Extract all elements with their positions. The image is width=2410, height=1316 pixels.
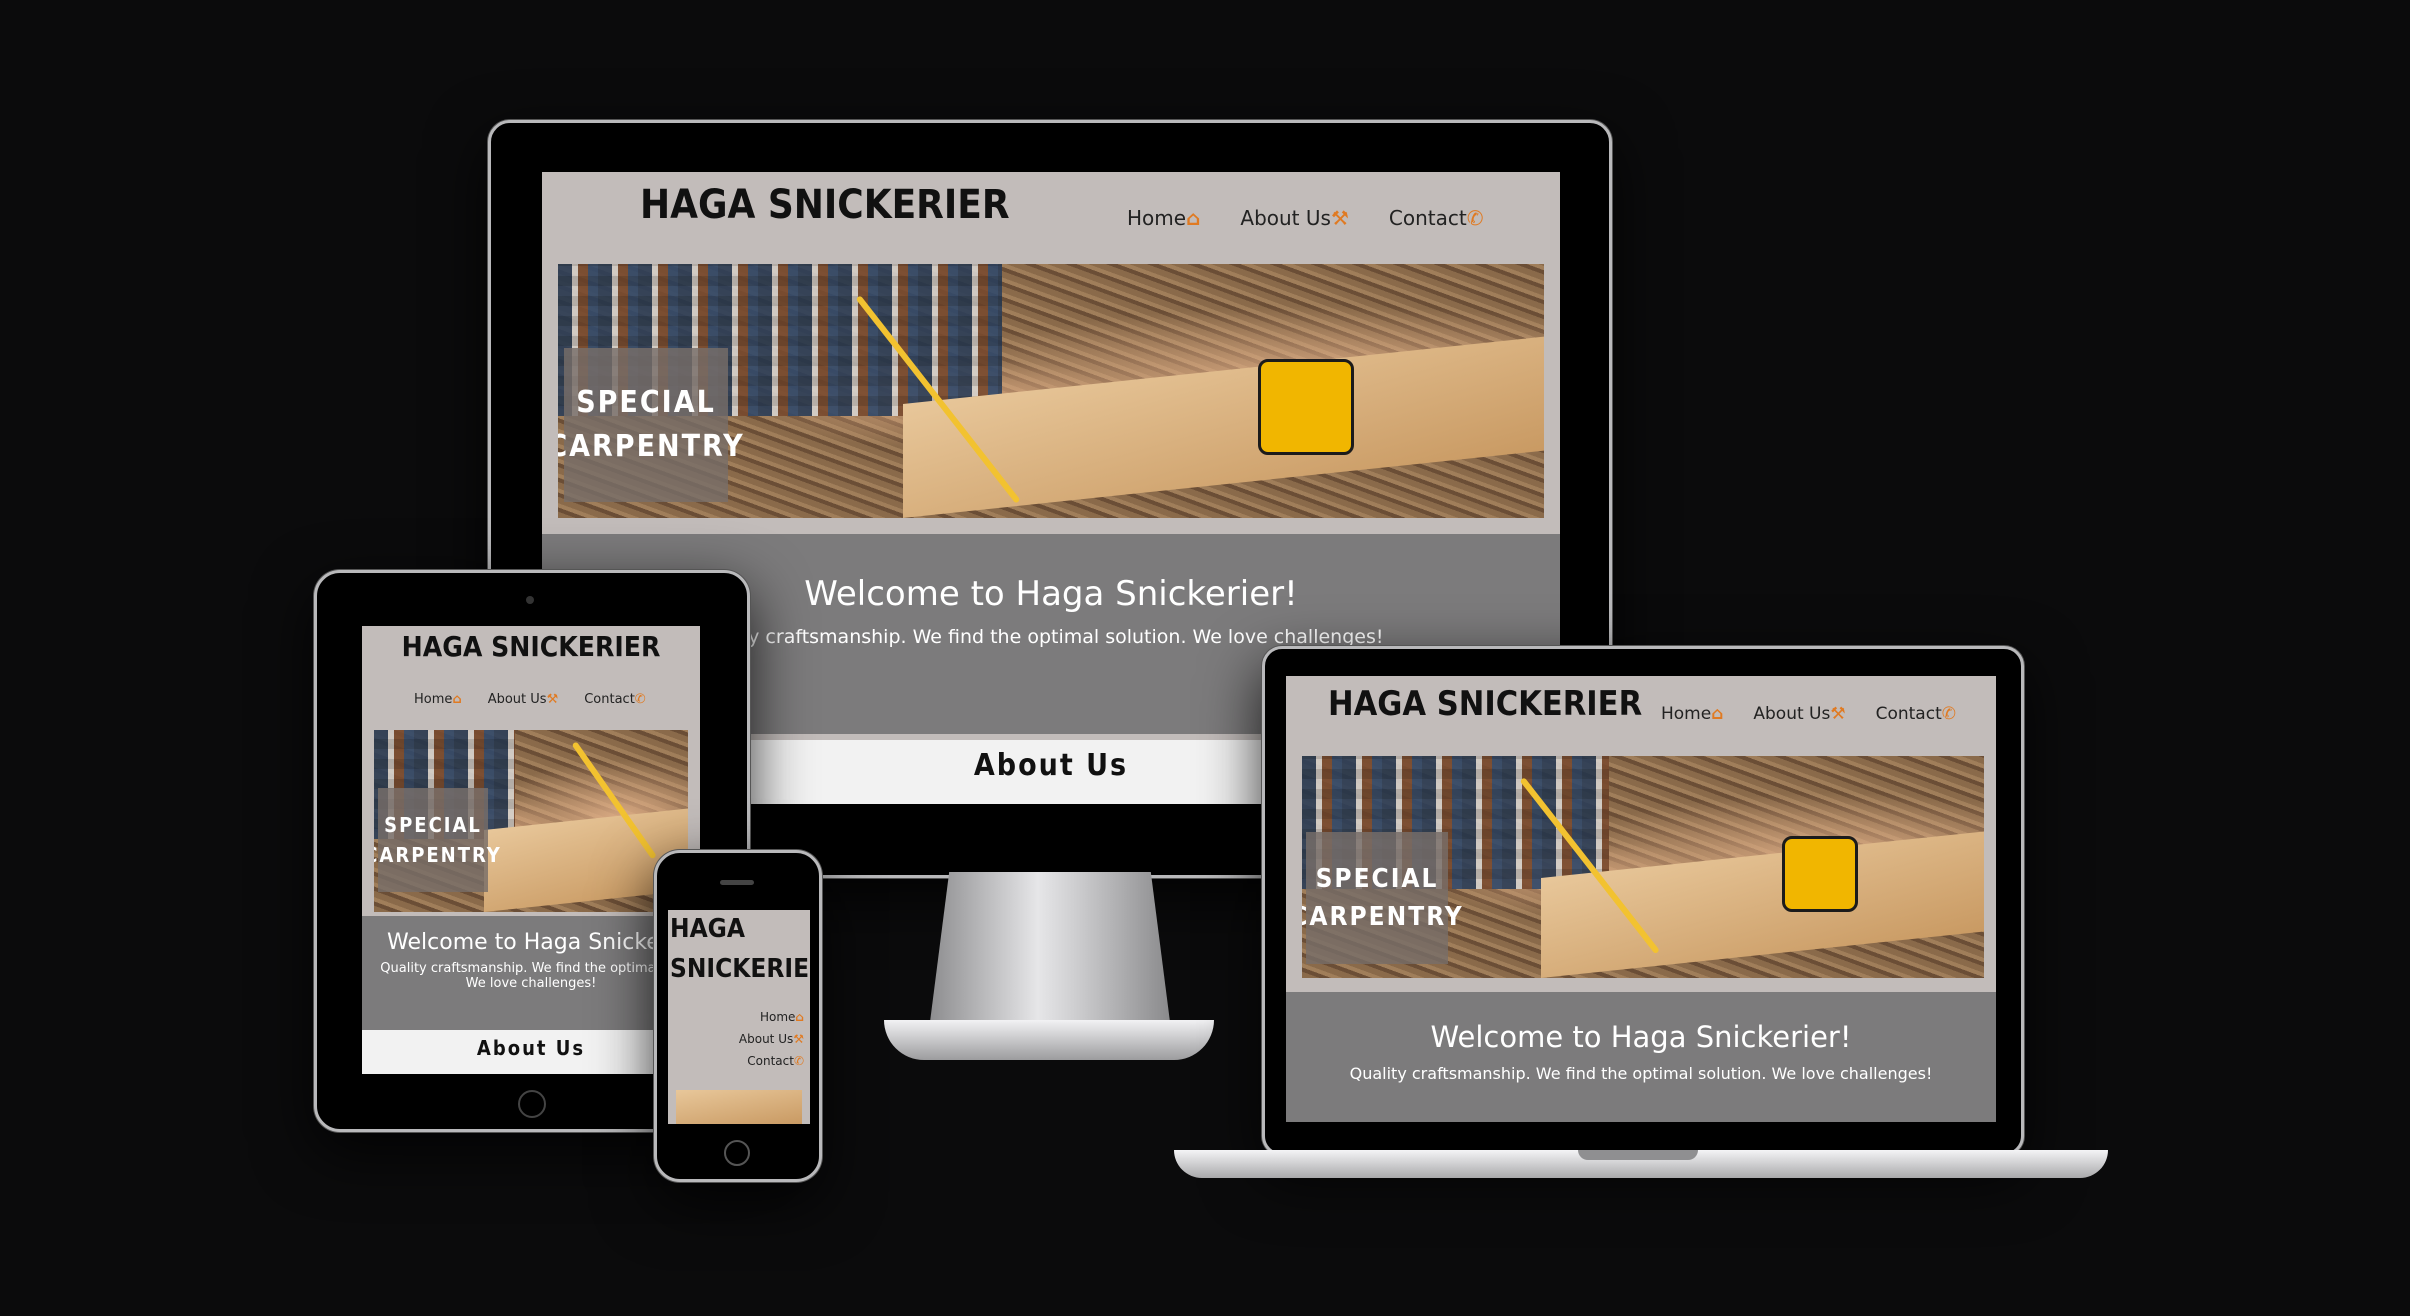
phone-nav-home[interactable]: Home⌂: [739, 1006, 804, 1028]
monitor-nav-home[interactable]: Home ⌂: [1127, 206, 1200, 230]
monitor-hero-badge: SPECIAL CARPENTRY: [558, 348, 743, 502]
phone-icon: ✆: [793, 1054, 804, 1068]
tablet-nav-about[interactable]: About Us ⚒: [488, 692, 559, 707]
tablet-about-heading: About Us: [362, 1030, 700, 1074]
tablet-screen: HAGA SNICKERIER Home ⌂ About Us ⚒ Contact ✆…: [362, 626, 700, 1074]
tablet-home-button[interactable]: [518, 1090, 546, 1118]
laptop-notch: [1578, 1150, 1698, 1160]
tablet-logo[interactable]: HAGA SNICKERIER: [362, 630, 700, 663]
monitor-hero-image: SPECIAL CARPENTRY: [558, 264, 1544, 518]
phone-icon: ✆: [634, 692, 646, 707]
phone-icon: ✆: [1466, 206, 1484, 230]
laptop-welcome-text: Quality craftsmanship. We find the optim…: [1349, 1064, 1933, 1083]
phone-screen: HAGA SNICKERIER Home⌂ About Us⚒ Contact✆: [668, 910, 810, 1124]
hammer-icon: ⚒: [793, 1032, 804, 1046]
laptop-site-header: HAGA SNICKERIER Home ⌂ About Us ⚒ Contact ✆: [1286, 676, 1996, 752]
phone-hero-image: [676, 1090, 802, 1124]
laptop-nav-home[interactable]: Home ⌂: [1661, 704, 1723, 724]
monitor-nav-contact[interactable]: Contact ✆: [1389, 206, 1484, 230]
tablet-hero-badge: SPECIAL CARPENTRY: [374, 788, 500, 892]
monitor-site-header: HAGA SNICKERIER Home ⌂ About Us ⚒ Contact ✆: [542, 172, 1560, 262]
hammer-icon: ⚒: [1830, 704, 1846, 724]
hammer-icon: ⚒: [1330, 206, 1349, 230]
tablet-camera: [526, 596, 534, 604]
phone-logo-line2[interactable]: SNICKERIER: [670, 954, 810, 984]
home-icon: ⌂: [452, 692, 462, 707]
monitor-logo[interactable]: HAGA SNICKERIER: [640, 182, 1010, 228]
tablet-welcome-text-2: We love challenges!: [465, 976, 597, 991]
phone-nav: Home⌂ About Us⚒ Contact✆: [739, 1006, 804, 1072]
tablet-welcome-title: Welcome to Haga Snickeri: [387, 930, 675, 955]
laptop-welcome-section: Welcome to Haga Snickerier! Quality craf…: [1286, 992, 1996, 1122]
laptop-screen: HAGA SNICKERIER Home ⌂ About Us ⚒ Contact ✆…: [1286, 676, 1996, 1122]
laptop-nav-about[interactable]: About Us ⚒: [1753, 704, 1845, 724]
monitor-base: [884, 1020, 1214, 1060]
tablet-welcome-section: Welcome to Haga Snickeri Quality craftsm…: [362, 916, 700, 1030]
monitor-nav: Home ⌂ About Us ⚒ Contact ✆: [1127, 206, 1483, 230]
tablet-nav-home[interactable]: Home ⌂: [414, 692, 462, 707]
home-icon: ⌂: [1186, 206, 1201, 230]
tablet-nav: Home ⌂ About Us ⚒ Contact ✆: [414, 692, 646, 707]
phone-speaker: [720, 880, 754, 885]
laptop-hero-image: SPECIAL CARPENTRY: [1302, 756, 1984, 978]
laptop-hero-badge: SPECIAL CARPENTRY: [1302, 832, 1462, 964]
phone-logo-line1[interactable]: HAGA: [670, 914, 745, 944]
laptop-welcome-title: Welcome to Haga Snickerier!: [1430, 1020, 1852, 1054]
tablet-site-header: HAGA SNICKERIER Home ⌂ About Us ⚒ Contact ✆: [362, 626, 700, 728]
phone-nav-contact[interactable]: Contact✆: [739, 1050, 804, 1072]
monitor-stand: [930, 872, 1170, 1022]
phone-icon: ✆: [1941, 704, 1956, 724]
home-icon: ⌂: [795, 1010, 804, 1024]
hammer-icon: ⚒: [546, 692, 559, 707]
laptop-nav-contact[interactable]: Contact ✆: [1876, 704, 1956, 724]
phone-nav-about[interactable]: About Us⚒: [739, 1028, 804, 1050]
tablet-welcome-text-1: Quality craftsmanship. We find the optim…: [380, 961, 682, 976]
laptop-nav: Home ⌂ About Us ⚒ Contact ✆: [1661, 704, 1956, 724]
monitor-nav-about[interactable]: About Us ⚒: [1240, 206, 1348, 230]
phone-home-button[interactable]: [724, 1140, 750, 1166]
home-icon: ⌂: [1711, 704, 1724, 724]
laptop-logo[interactable]: HAGA SNICKERIER: [1328, 684, 1642, 724]
tablet-nav-contact[interactable]: Contact ✆: [584, 692, 645, 707]
tablet-hero-image: SPECIAL CARPENTRY: [374, 730, 688, 912]
